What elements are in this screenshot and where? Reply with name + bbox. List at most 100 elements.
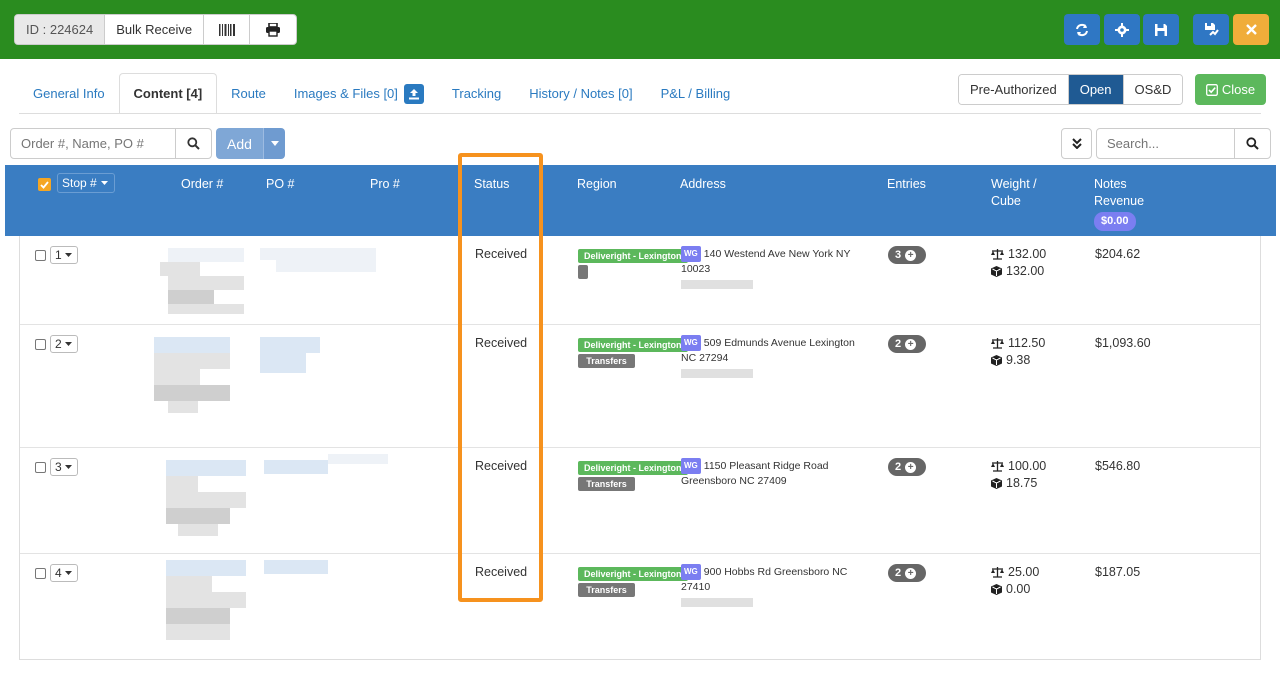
- row-revenue: $546.80: [1095, 459, 1141, 473]
- select-all-checkbox[interactable]: [38, 178, 51, 191]
- row-status: Received: [475, 247, 528, 261]
- scale-icon: [991, 461, 1004, 472]
- entries-badge[interactable]: 2 +: [888, 335, 926, 353]
- wg-badge: WG: [681, 564, 701, 580]
- table-row: 4 Received Deliveright - Lexington Trans…: [20, 554, 1260, 660]
- stop-sort-dropdown[interactable]: Stop #: [57, 173, 115, 193]
- order-filter: [10, 128, 212, 159]
- wg-badge: WG: [681, 335, 701, 351]
- row-revenue: $1,093.60: [1095, 336, 1151, 350]
- tab-divider: [19, 113, 1261, 114]
- plus-circle-icon: +: [905, 338, 917, 350]
- settings-button[interactable]: [1104, 14, 1140, 45]
- tag-badge: Transfers: [578, 477, 635, 491]
- row-revenue: $187.05: [1095, 565, 1141, 579]
- add-dropdown-toggle[interactable]: [263, 128, 285, 159]
- region-badges: Deliveright - Lexington: [578, 247, 688, 279]
- print-button[interactable]: [250, 15, 296, 44]
- row-status: Received: [475, 459, 528, 473]
- table-search-input[interactable]: [1097, 129, 1234, 158]
- table-search-button[interactable]: [1234, 129, 1270, 158]
- save-icon: [1155, 23, 1167, 36]
- stop-number-dropdown[interactable]: 2: [50, 335, 78, 353]
- add-button-group: Add: [216, 128, 285, 159]
- save-flag-icon: [1204, 23, 1219, 36]
- table-row: 3 Received Deliveright - Lexington Trans…: [20, 448, 1260, 554]
- col-entries: Entries: [887, 177, 926, 191]
- col-po: PO #: [266, 177, 295, 191]
- tab-general-info[interactable]: General Info: [19, 73, 119, 114]
- barcode-button[interactable]: [204, 15, 251, 44]
- tab-content[interactable]: Content [4]: [118, 73, 218, 114]
- row-checkbox[interactable]: [35, 568, 46, 579]
- row-address: WG 140 Westend Ave New York NY 10023: [681, 246, 861, 289]
- search-icon: [1246, 137, 1259, 150]
- tag-badge: [578, 265, 588, 279]
- cube-icon: [991, 478, 1002, 489]
- save-button[interactable]: [1143, 14, 1179, 45]
- row-checkbox[interactable]: [35, 250, 46, 261]
- tab-images-files[interactable]: Images & Files [0]: [280, 73, 438, 114]
- tab-tracking[interactable]: Tracking: [438, 73, 515, 114]
- row-status: Received: [475, 565, 528, 579]
- tab-pl-billing[interactable]: P&L / Billing: [647, 73, 745, 114]
- search-icon: [187, 137, 200, 150]
- tab-route[interactable]: Route: [217, 73, 280, 114]
- caret-down-icon: [64, 342, 72, 346]
- scale-icon: [991, 567, 1004, 578]
- refresh-icon: [1076, 23, 1088, 36]
- col-weight-cube: Weight / Cube: [991, 177, 1037, 208]
- col-status: Status: [474, 177, 510, 191]
- close-order-button[interactable]: Close: [1195, 74, 1266, 105]
- caret-down-icon: [64, 571, 72, 575]
- plus-circle-icon: +: [905, 461, 917, 473]
- plus-circle-icon: +: [905, 567, 917, 579]
- col-address: Address: [680, 177, 726, 191]
- status-osd-button[interactable]: OS&D: [1123, 75, 1183, 104]
- entries-badge[interactable]: 3 +: [888, 246, 926, 264]
- checkbox-checked-icon: [1205, 83, 1218, 96]
- caret-down-icon: [270, 141, 279, 146]
- refresh-button[interactable]: [1064, 14, 1100, 45]
- col-region: Region: [577, 177, 617, 191]
- save-and-close-button[interactable]: [1193, 14, 1229, 45]
- region-badge: Deliveright - Lexington: [578, 249, 688, 263]
- scale-icon: [991, 338, 1004, 349]
- status-pre-authorized-button[interactable]: Pre-Authorized: [959, 75, 1069, 104]
- wg-badge: WG: [681, 458, 701, 474]
- entries-badge[interactable]: 2 +: [888, 564, 926, 582]
- table-row: 2 Received Deliveright - Lexington Trans…: [20, 325, 1260, 448]
- gear-icon: [1115, 22, 1129, 37]
- stop-number-dropdown[interactable]: 3: [50, 458, 78, 476]
- table-body: 1 Received Deliveright - Lexington WG 140…: [19, 236, 1261, 660]
- tab-bar: General Info Content [4] Route Images & …: [19, 73, 744, 114]
- cube-icon: [991, 266, 1002, 277]
- weight-cube: 25.00 0.00: [991, 564, 1039, 598]
- cancel-button[interactable]: [1233, 14, 1269, 45]
- stop-number-dropdown[interactable]: 1: [50, 246, 78, 264]
- row-address: WG 509 Edmunds Avenue Lexington NC 27294: [681, 335, 861, 378]
- caret-down-icon: [100, 181, 108, 185]
- row-checkbox[interactable]: [35, 339, 46, 350]
- add-button[interactable]: Add: [216, 128, 263, 159]
- upload-button[interactable]: [403, 83, 424, 104]
- region-badge: Deliveright - Lexington: [578, 567, 688, 581]
- order-id-label: ID : 224624: [15, 15, 106, 44]
- redacted-contact: [681, 280, 753, 289]
- tab-history-notes[interactable]: History / Notes [0]: [515, 73, 646, 114]
- bulk-receive-button[interactable]: Bulk Receive: [105, 15, 205, 44]
- weight-cube: 100.00 18.75: [991, 458, 1046, 492]
- stop-number-dropdown[interactable]: 4: [50, 564, 78, 582]
- row-status: Received: [475, 336, 528, 350]
- order-filter-input[interactable]: [11, 129, 175, 158]
- col-pro: Pro #: [370, 177, 400, 191]
- row-checkbox[interactable]: [35, 462, 46, 473]
- order-filter-search-button[interactable]: [175, 129, 211, 158]
- expand-rows-button[interactable]: [1061, 128, 1092, 159]
- caret-down-icon: [64, 465, 72, 469]
- cube-icon: [991, 584, 1002, 595]
- print-icon: [266, 22, 281, 37]
- region-badges: Deliveright - Lexington Transfers: [578, 459, 688, 491]
- status-open-button[interactable]: Open: [1068, 75, 1124, 104]
- entries-badge[interactable]: 2 +: [888, 458, 926, 476]
